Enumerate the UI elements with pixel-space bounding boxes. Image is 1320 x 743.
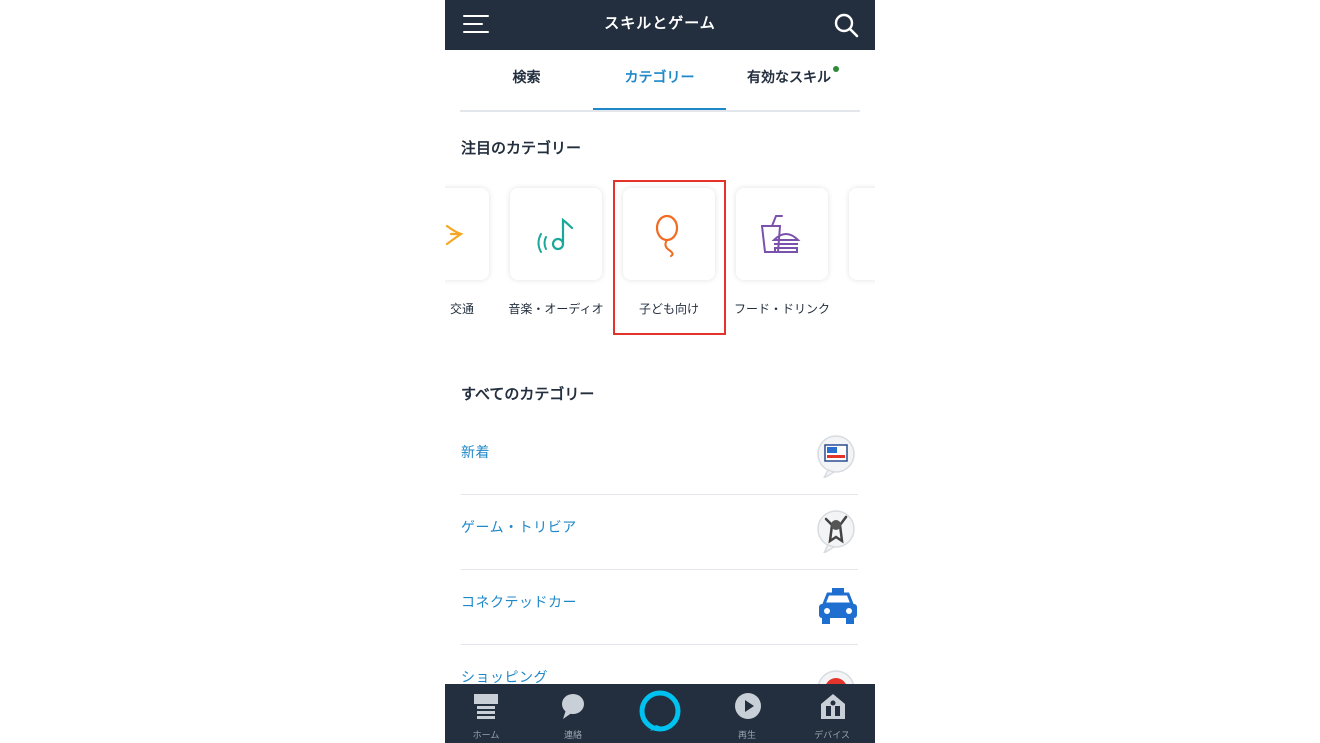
app-screen: スキルとゲーム 検索 カテゴリー 有効なスキル 注目のカテゴリー 交通 音楽・オ… [445,0,875,743]
all-categories-title: すべてのカテゴリー [461,385,595,403]
list-item-new[interactable]: 新着 [461,420,858,495]
featured-section-title: 注目のカテゴリー [461,139,582,157]
tab-enabled-skills-label: 有効なスキル [747,70,831,86]
top-app-bar: スキルとゲーム [445,0,875,50]
nav-communicate[interactable]: 連絡 [543,684,603,743]
airplane-icon [445,224,464,246]
tab-search[interactable]: 検索 [460,50,593,108]
list-item-connected-car[interactable]: コネクテッドカー [461,570,858,645]
category-card-partial[interactable] [849,188,875,280]
nav-home-label: ホーム [472,731,500,741]
gorilla-icon [816,509,856,555]
page-title: スキルとゲーム [604,14,716,32]
category-label-music: 音楽・オーディオ [508,302,604,316]
category-label-partial: コ [841,298,875,320]
bottom-navigation: ホーム 連絡 再生 デバイス [445,684,875,743]
taxi-icon [816,584,857,628]
chat-icon [562,694,584,719]
nav-home[interactable]: ホーム [456,684,516,743]
list-item-label: ゲーム・トリビア [461,520,577,536]
tab-categories[interactable]: カテゴリー [593,50,726,110]
list-item-games[interactable]: ゲーム・トリビア [461,495,858,570]
home-icon [474,694,498,719]
alexa-icon[interactable] [638,689,682,733]
music-note-icon [537,217,574,253]
devices-icon [821,694,845,719]
search-icon[interactable] [833,12,859,38]
category-card-transport[interactable] [445,188,489,280]
highlight-box [613,180,726,335]
tab-enabled-skills[interactable]: 有効なスキル [726,50,860,108]
burger-drink-icon [760,215,801,253]
category-label-food: フード・ドリンク [733,302,830,316]
nav-communicate-label: 連絡 [563,731,582,741]
list-item-label: 新着 [461,445,490,461]
play-icon [735,693,761,719]
category-tabs: 検索 カテゴリー 有効なスキル [460,50,860,112]
category-card-music[interactable] [510,188,602,280]
new-skill-icon [816,434,856,480]
tab-search-label: 検索 [512,70,541,86]
category-card-food[interactable] [736,188,828,280]
partial-icon [871,210,875,258]
list-item-label: コネクテッドカー [461,595,577,611]
tab-categories-label: カテゴリー [624,70,695,86]
nav-devices[interactable]: デバイス [802,684,862,743]
notification-dot-icon [833,66,839,72]
nav-play[interactable]: 再生 [717,684,777,743]
nav-devices-label: デバイス [814,731,850,741]
nav-play-label: 再生 [737,731,756,741]
